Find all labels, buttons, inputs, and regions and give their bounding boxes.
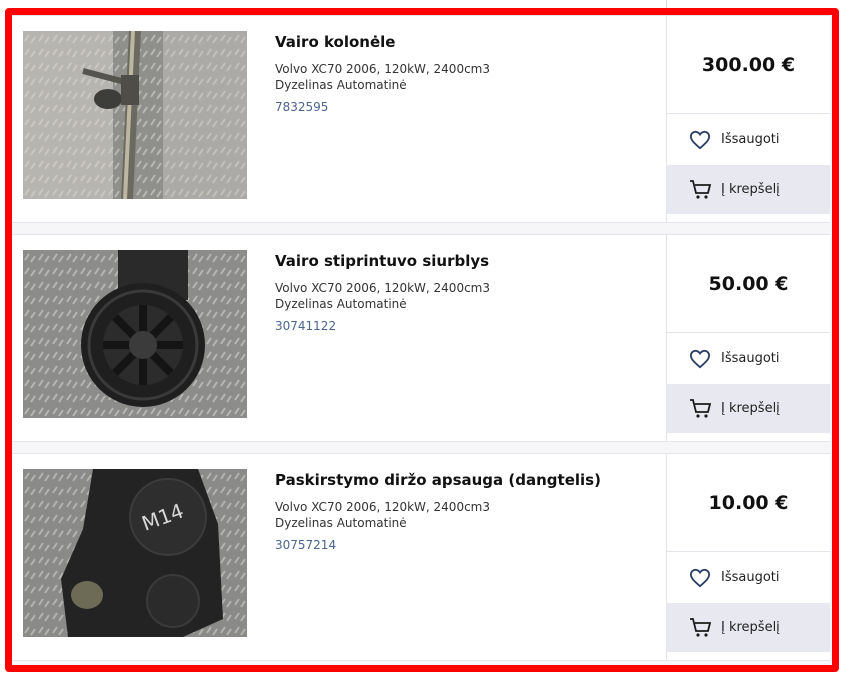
listing-actions: 10.00 € Išsaugoti Į krepšelį: [666, 454, 830, 660]
listing-info: Vairo kolonėle Volvo XC70 2006, 120kW, 2…: [275, 31, 655, 115]
listing-car: Volvo XC70 2006, 120kW, 2400cm3: [275, 62, 490, 76]
listing-price: 50.00 €: [708, 272, 789, 295]
listing-card: M14 Paskirstymo diržo apsauga (dangtelis…: [12, 453, 830, 661]
listing-card: Vairo stiprintuvo siurblys Volvo XC70 20…: [12, 234, 830, 442]
cart-label: Į krepšelį: [721, 620, 780, 635]
save-label: Išsaugoti: [721, 570, 780, 585]
listing-code[interactable]: 30741122: [275, 318, 655, 334]
heart-icon: [689, 130, 711, 150]
listing-actions: 300.00 € Išsaugoti Į krepšelį: [666, 16, 830, 222]
listing-title[interactable]: Vairo kolonėle: [275, 31, 655, 53]
listing-price: 10.00 €: [708, 491, 789, 514]
cart-icon: [689, 398, 713, 420]
belt-cover-photo[interactable]: M14: [23, 469, 247, 637]
price-box: 50.00 €: [667, 235, 830, 333]
listing-actions: 50.00 € Išsaugoti Į krepšelį: [666, 235, 830, 441]
save-button[interactable]: Išsaugoti: [667, 114, 830, 165]
price-box: 10.00 €: [667, 454, 830, 552]
listing-title[interactable]: Paskirstymo diržo apsauga (dangtelis): [275, 469, 655, 491]
listing-title[interactable]: Vairo stiprintuvo siurblys: [275, 250, 655, 272]
listing-price: 300.00 €: [701, 53, 796, 76]
listing-info: Paskirstymo diržo apsauga (dangtelis) Vo…: [275, 469, 655, 553]
save-label: Išsaugoti: [721, 132, 780, 147]
listing-fuel: Dyzelinas Automatinė: [275, 78, 407, 92]
save-label: Išsaugoti: [721, 351, 780, 366]
top-divider: [666, 0, 667, 8]
save-button[interactable]: Išsaugoti: [667, 552, 830, 603]
power-steering-pump-photo[interactable]: [23, 250, 247, 418]
heart-icon: [689, 568, 711, 588]
listing-info: Vairo stiprintuvo siurblys Volvo XC70 20…: [275, 250, 655, 334]
listing-card: Vairo kolonėle Volvo XC70 2006, 120kW, 2…: [12, 15, 830, 223]
listing-fuel: Dyzelinas Automatinė: [275, 516, 407, 530]
listing-car: Volvo XC70 2006, 120kW, 2400cm3: [275, 281, 490, 295]
listing-car: Volvo XC70 2006, 120kW, 2400cm3: [275, 500, 490, 514]
price-box: 300.00 €: [667, 16, 830, 114]
listing-code[interactable]: 30757214: [275, 537, 655, 553]
add-to-cart-button[interactable]: Į krepšelį: [667, 165, 830, 214]
cart-label: Į krepšelį: [721, 401, 780, 416]
cart-icon: [689, 179, 713, 201]
heart-icon: [689, 349, 711, 369]
listing-code[interactable]: 7832595: [275, 99, 655, 115]
save-button[interactable]: Išsaugoti: [667, 333, 830, 384]
listing-fuel: Dyzelinas Automatinė: [275, 297, 407, 311]
cart-label: Į krepšelį: [721, 182, 780, 197]
add-to-cart-button[interactable]: Į krepšelį: [667, 384, 830, 433]
steering-column-photo[interactable]: [23, 31, 247, 199]
cart-icon: [689, 617, 713, 639]
add-to-cart-button[interactable]: Į krepšelį: [667, 603, 830, 652]
